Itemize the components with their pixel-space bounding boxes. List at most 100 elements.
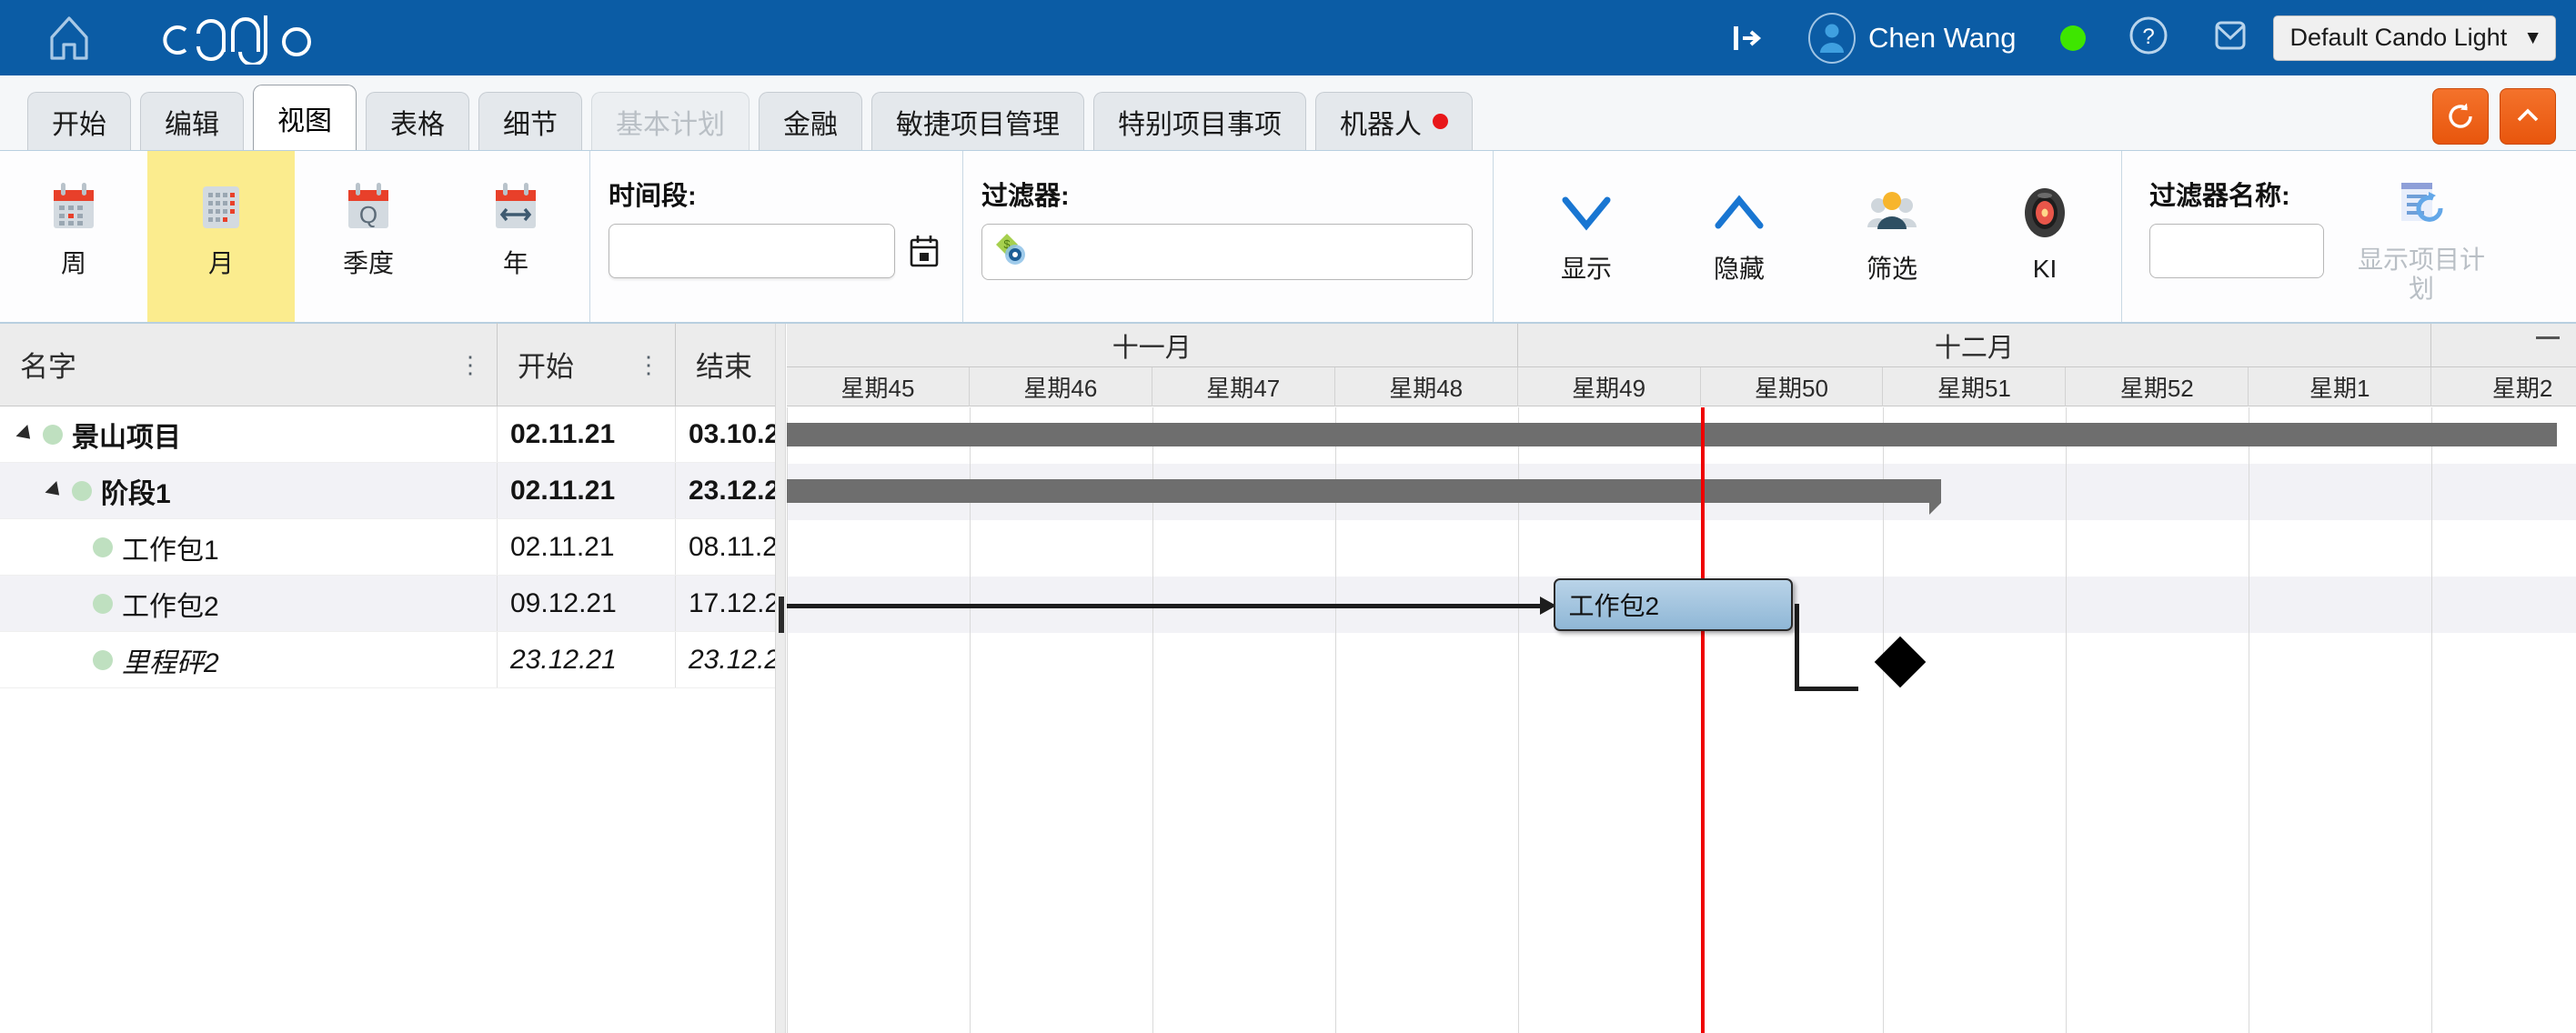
timescale-button-0[interactable]: 周 [0,151,147,322]
gantt-gridline [2431,407,2433,1033]
ribbon-group-timescale: 周 月 Q 季度 年 [0,151,589,322]
gantt-chart: 十二月 十一月 星期45 星期46 星期47 星期48 星期49 星期50 星期51 星期52 星… [787,324,2576,1033]
cell-name: 里程砰2 [0,632,498,687]
logout-icon[interactable] [1719,20,1774,56]
timescale-button-label: 季度 [342,249,394,277]
home-icon[interactable] [44,13,95,64]
tab-label: 细节 [503,109,558,140]
tab-label: 金融 [783,109,838,140]
timeline-week-label: 星期45 [840,375,915,402]
tab-1[interactable]: 编辑 [140,92,244,150]
tab-label: 视图 [277,105,332,136]
show-project-plan-label: 显示项目计划 [2357,246,2485,304]
collapse-ribbon-button[interactable] [2500,88,2556,145]
help-icon[interactable]: ? [2128,15,2169,61]
table-row[interactable]: 工作包1 02.11.21 08.11.2 [0,519,778,576]
timeline-week-cell: 星期46 [970,367,1152,406]
people-filter-icon [1863,184,1921,242]
task-name: 工作包2 [122,591,219,622]
gantt-rows-area: 工作包2 [787,407,2576,1033]
chevron-down-icon [1557,184,1615,242]
calendar-month-icon [192,178,250,236]
filter-combo[interactable]: $ [981,224,1473,280]
ribbon-action-label: 隐藏 [1713,255,1765,283]
timeline-month-label: 十二月 [1934,334,2014,363]
task-name: 工作包1 [122,535,219,566]
column-header-start[interactable]: 开始 ⋮ [498,323,676,406]
show-project-plan-button[interactable]: 显示项目计划 [2344,151,2499,322]
task-name: 阶段1 [101,478,171,509]
column-menu-icon[interactable]: ⋮ [637,352,660,376]
calendar-quarter-icon: Q [339,178,397,236]
ribbon-tab-strip: 开始 编辑 视图 表格 细节 基本计划 金融 敏捷项目管理 特别项目事项 机器人 [0,75,2576,151]
tab-label: 特别项目事项 [1118,109,1282,140]
theme-selector[interactable]: Default Cando Light ▼ [2272,15,2556,61]
table-row[interactable]: 工作包2 09.12.21 17.12.2 [0,576,780,632]
ribbon-action-0[interactable]: 显示 [1510,151,1663,322]
table-row[interactable]: 阶段1 02.11.21 23.12.2 [0,463,780,519]
ribbon-group-actions: 显示 隐藏 筛选 KI [1493,151,2121,322]
dependency-link [1795,604,1799,691]
expander-icon[interactable] [15,424,36,445]
tab-0[interactable]: 开始 [27,92,131,150]
ribbon-panel: 周月 Q 季度年 时间段: 过滤器: $ 显示 隐藏 筛选 KI 过滤器名称: … [0,151,2576,324]
brand-logo: cando [151,12,360,65]
ribbon-action-label: KI [2032,255,2058,283]
tab-8[interactable]: 特别项目事项 [1093,92,1306,150]
tab-4[interactable]: 细节 [478,92,582,150]
filter-name-input[interactable] [2149,224,2324,278]
summary-bar[interactable] [787,423,2557,446]
ribbon-action-1[interactable]: 隐藏 [1663,151,1816,322]
column-menu-icon[interactable]: ⋮ [458,352,482,376]
timeline-week-cell: 星期1 [2249,367,2432,406]
user-profile[interactable]: Chen Wang [1807,12,2017,64]
ribbon-action-2[interactable]: 筛选 [1816,151,1968,322]
summary-bar[interactable] [787,479,1941,503]
tab-6[interactable]: 金融 [759,92,862,150]
task-bar[interactable]: 工作包2 [1554,578,1793,631]
table-row[interactable]: 里程砰2 23.12.21 23.12.2 [0,632,780,688]
column-header-name[interactable]: 名字 ⋮ [0,323,498,406]
timeline-month-label: 十一月 [1112,334,1192,363]
calendar-week-icon [45,178,103,236]
tab-label: 机器人 [1340,109,1422,140]
tab-3[interactable]: 表格 [366,92,469,150]
timescale-button-3[interactable]: 年 [442,151,589,322]
expander-icon[interactable] [45,480,65,501]
gantt-gridline [2066,407,2068,1033]
minus-icon[interactable] [2536,336,2560,339]
timescale-button-1[interactable]: 月 [147,151,295,322]
status-bullet-icon [93,649,113,670]
status-bullet-icon [72,480,92,501]
column-header-start-label: 开始 [518,351,574,383]
column-header-end[interactable]: 结束 [676,323,774,406]
tab-2[interactable]: 视图 [253,85,357,150]
timeline-week-row: 星期45 星期46 星期47 星期48 星期49 星期50 星期51 星期52 星期1 星期2 [787,367,2576,406]
timeline-month-cell [2431,324,2576,367]
calendar-picker-icon[interactable] [906,230,942,272]
timescale-button-label: 年 [502,249,528,277]
ribbon-group-filtername: 过滤器名称: 显示项目计划 [2121,151,2499,322]
filter-money-icon: $ [991,230,1031,275]
period-input[interactable] [609,224,895,278]
timeline-week-label: 星期51 [1937,375,2011,402]
splitter-handle[interactable] [779,597,784,633]
timeline-week-label: 星期52 [2119,375,2194,402]
tab-notification-dot [1433,114,1448,129]
timeline-week-cell: 星期51 [1883,367,2067,406]
tab-7[interactable]: 敏捷项目管理 [871,92,1084,150]
timeline-week-label: 星期2 [2491,375,2553,402]
tab-9[interactable]: 机器人 [1315,92,1473,150]
ribbon-group-filter: 过滤器: $ [962,151,1493,322]
timescale-button-2[interactable]: Q 季度 [295,151,442,322]
refresh-button[interactable] [2432,88,2489,145]
pane-splitter[interactable] [775,324,786,1033]
chevron-down-icon: ▼ [2523,26,2542,48]
timescale-button-label: 月 [207,249,234,277]
task-name: 景山项目 [72,422,181,453]
table-row[interactable]: 景山项目 02.11.21 03.10.2 [0,406,780,463]
svg-text:Q: Q [359,201,377,228]
mail-icon[interactable] [2209,15,2251,61]
ribbon-action-3[interactable]: KI [1968,151,2121,322]
ribbon-action-label: 筛选 [1866,255,1917,283]
